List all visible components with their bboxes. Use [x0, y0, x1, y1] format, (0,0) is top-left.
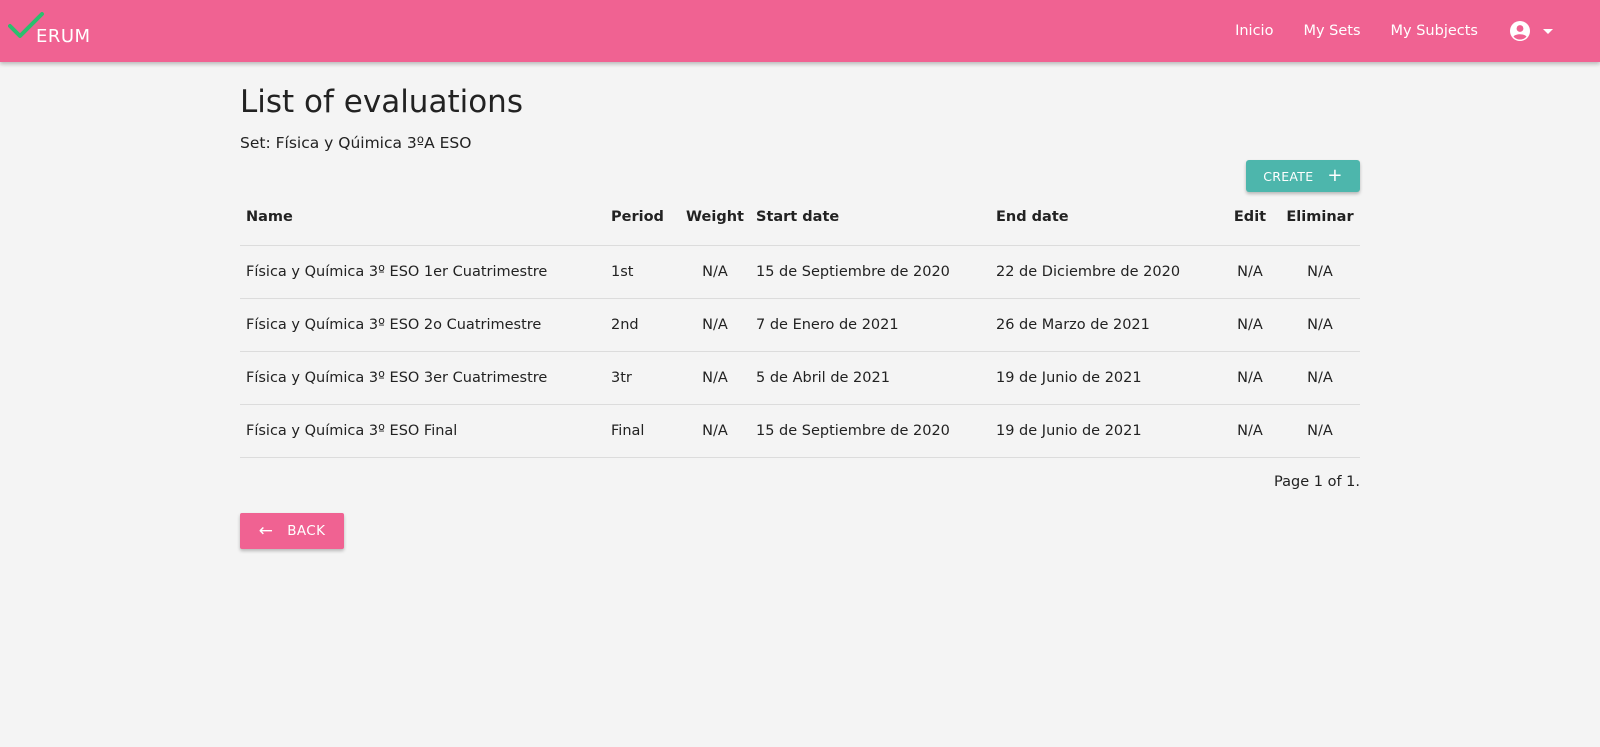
- header-weight: Weight: [680, 190, 750, 246]
- cell-weight: N/A: [680, 245, 750, 299]
- account-circle-icon: [1510, 21, 1530, 41]
- table-row: Física y Química 3º ESO 1er Cuatrimestre…: [240, 245, 1360, 299]
- cell-end-date: 22 de Diciembre de 2020: [990, 245, 1220, 299]
- nav-link-my-subjects[interactable]: My Subjects: [1391, 23, 1478, 39]
- account-menu[interactable]: [1508, 19, 1560, 43]
- table-row: Física y Química 3º ESO Final Final N/A …: [240, 404, 1360, 458]
- table-row: Física y Química 3º ESO 2o Cuatrimestre …: [240, 298, 1360, 352]
- cell-name: Física y Química 3º ESO 1er Cuatrimestre: [240, 245, 605, 299]
- cell-start-date: 15 de Septiembre de 2020: [750, 404, 990, 458]
- cell-edit: N/A: [1220, 245, 1280, 299]
- top-navbar: ERUM Inicio My Sets My Subjects: [0, 0, 1600, 62]
- cell-edit: N/A: [1220, 298, 1280, 352]
- cell-end-date: 19 de Junio de 2021: [990, 404, 1220, 458]
- table-row: Física y Química 3º ESO 3er Cuatrimestre…: [240, 351, 1360, 405]
- nav-links: Inicio My Sets My Subjects: [1235, 0, 1600, 62]
- cell-eliminar: N/A: [1280, 351, 1360, 405]
- cell-period: 2nd: [605, 298, 680, 352]
- cell-weight: N/A: [680, 298, 750, 352]
- nav-link-my-sets[interactable]: My Sets: [1303, 23, 1360, 39]
- create-button[interactable]: CREATE +: [1246, 160, 1360, 192]
- plus-icon: +: [1327, 165, 1343, 186]
- cell-name: Física y Química 3º ESO 2o Cuatrimestre: [240, 298, 605, 352]
- cell-weight: N/A: [680, 351, 750, 405]
- cell-start-date: 15 de Septiembre de 2020: [750, 245, 990, 299]
- create-button-label: CREATE: [1263, 168, 1314, 184]
- evaluations-table: Name Period Weight Start date End date E…: [240, 190, 1360, 458]
- cell-name: Física y Química 3º ESO 3er Cuatrimestre: [240, 351, 605, 405]
- cell-eliminar: N/A: [1280, 245, 1360, 299]
- back-button-label: BACK: [287, 523, 326, 539]
- cell-end-date: 26 de Marzo de 2021: [990, 298, 1220, 352]
- header-end-date: End date: [990, 190, 1220, 246]
- header-eliminar: Eliminar: [1280, 190, 1360, 246]
- cell-name: Física y Química 3º ESO Final: [240, 404, 605, 458]
- table-header-row: Name Period Weight Start date End date E…: [240, 190, 1360, 246]
- cell-period: Final: [605, 404, 680, 458]
- back-button[interactable]: ← BACK: [240, 513, 344, 549]
- cell-period: 1st: [605, 245, 680, 299]
- cell-eliminar: N/A: [1280, 298, 1360, 352]
- cell-period: 3tr: [605, 351, 680, 405]
- cell-start-date: 7 de Enero de 2021: [750, 298, 990, 352]
- header-name: Name: [240, 190, 605, 246]
- cell-start-date: 5 de Abril de 2021: [750, 351, 990, 405]
- arrow-left-icon: ←: [258, 520, 274, 541]
- cell-edit: N/A: [1220, 351, 1280, 405]
- cell-end-date: 19 de Junio de 2021: [990, 351, 1220, 405]
- set-subtitle: Set: Física y Qúimica 3ºA ESO: [240, 134, 472, 152]
- header-edit: Edit: [1220, 190, 1280, 246]
- header-start-date: Start date: [750, 190, 990, 246]
- caret-down-icon: [1543, 29, 1553, 34]
- brand-name: ERUM: [36, 26, 91, 47]
- nav-link-inicio[interactable]: Inicio: [1235, 23, 1273, 39]
- page-title: List of evaluations: [240, 84, 523, 120]
- cell-weight: N/A: [680, 404, 750, 458]
- pagination-info: Page 1 of 1.: [1274, 474, 1360, 490]
- header-period: Period: [605, 190, 680, 246]
- cell-eliminar: N/A: [1280, 404, 1360, 458]
- cell-edit: N/A: [1220, 404, 1280, 458]
